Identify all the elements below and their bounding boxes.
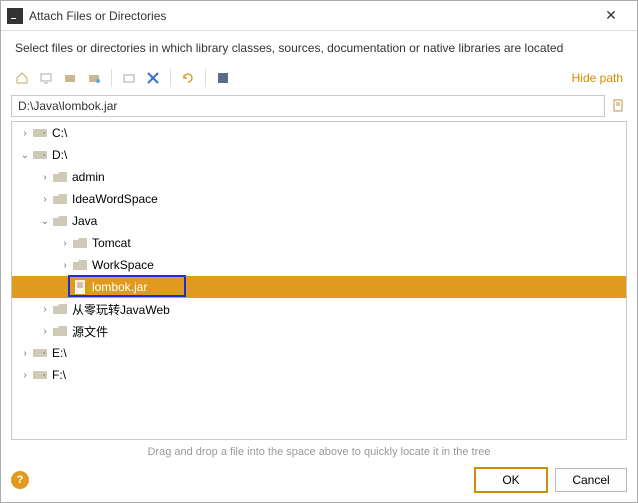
tree-item-label: admin	[72, 170, 105, 184]
folder-icon	[52, 170, 68, 184]
tree-row[interactable]: › admin	[12, 166, 626, 188]
help-icon[interactable]: ?	[11, 471, 29, 489]
chevron-right-icon[interactable]: ›	[38, 172, 52, 183]
drive-icon	[32, 126, 48, 140]
desktop-icon[interactable]	[35, 67, 57, 89]
chevron-right-icon[interactable]: ›	[38, 304, 52, 315]
drive-icon	[32, 368, 48, 382]
app-icon	[7, 8, 23, 24]
tree-item-label: D:\	[52, 148, 67, 162]
folder-icon	[52, 214, 68, 228]
chevron-right-icon[interactable]: ›	[58, 238, 72, 249]
dialog-subtitle: Select files or directories in which lib…	[1, 31, 637, 63]
folder-icon	[52, 302, 68, 316]
refresh-icon[interactable]	[177, 67, 199, 89]
chevron-right-icon[interactable]: ›	[58, 260, 72, 271]
cancel-button[interactable]: Cancel	[555, 468, 627, 492]
tree-row[interactable]: ⌄ D:\	[12, 144, 626, 166]
chevron-down-icon[interactable]: ⌄	[38, 216, 52, 227]
drop-hint: Drag and drop a file into the space abov…	[1, 440, 637, 460]
tree-row[interactable]: › E:\	[12, 342, 626, 364]
file-tree[interactable]: ›C:\⌄D:\›admin›IdeaWordSpace⌄Java›Tomcat…	[11, 121, 627, 440]
tree-item-label: IdeaWordSpace	[72, 192, 158, 206]
show-hidden-icon[interactable]	[212, 67, 234, 89]
folder-icon	[72, 258, 88, 272]
chevron-right-icon[interactable]: ›	[18, 348, 32, 359]
home-icon[interactable]	[11, 67, 33, 89]
tree-row[interactable]: › 源文件	[12, 320, 626, 342]
path-input[interactable]	[11, 95, 605, 117]
tree-item-label: 源文件	[72, 323, 108, 340]
toolbar-separator	[111, 69, 112, 87]
window-title: Attach Files or Directories	[29, 9, 591, 23]
footer: ? OK Cancel	[1, 460, 637, 502]
hide-path-link[interactable]: Hide path	[572, 71, 627, 85]
tree-item-label: F:\	[52, 368, 66, 382]
titlebar: Attach Files or Directories ✕	[1, 1, 637, 31]
tree-row[interactable]: › Tomcat	[12, 232, 626, 254]
jar-icon	[72, 280, 88, 294]
folder-icon	[52, 192, 68, 206]
tree-row[interactable]: › C:\	[12, 122, 626, 144]
tree-item-label: lombok.jar	[92, 280, 147, 294]
module-icon[interactable]	[83, 67, 105, 89]
toolbar: Hide path	[1, 63, 637, 93]
tree-row[interactable]: › WorkSpace	[12, 254, 626, 276]
tree-row[interactable]: › IdeaWordSpace	[12, 188, 626, 210]
tree-row-selected[interactable]: lombok.jar	[12, 276, 626, 298]
tree-row[interactable]: ⌄ Java	[12, 210, 626, 232]
toolbar-separator	[170, 69, 171, 87]
chevron-down-icon[interactable]: ⌄	[18, 150, 32, 161]
tree-row[interactable]: › 从零玩转JavaWeb	[12, 298, 626, 320]
folder-icon	[72, 236, 88, 250]
drive-icon	[32, 346, 48, 360]
chevron-right-icon[interactable]: ›	[18, 128, 32, 139]
toolbar-separator	[205, 69, 206, 87]
folder-icon	[52, 324, 68, 338]
chevron-right-icon[interactable]: ›	[38, 194, 52, 205]
chevron-right-icon[interactable]: ›	[18, 370, 32, 381]
ok-button[interactable]: OK	[475, 468, 547, 492]
tree-item-label: Java	[72, 214, 97, 228]
delete-icon[interactable]	[142, 67, 164, 89]
project-icon[interactable]	[59, 67, 81, 89]
tree-row[interactable]: › F:\	[12, 364, 626, 386]
chevron-right-icon[interactable]: ›	[38, 326, 52, 337]
new-folder-icon[interactable]	[118, 67, 140, 89]
close-icon[interactable]: ✕	[591, 7, 631, 24]
tree-item-label: 从零玩转JavaWeb	[72, 301, 170, 318]
tree-item-label: WorkSpace	[92, 258, 154, 272]
drive-icon	[32, 148, 48, 162]
history-icon[interactable]	[609, 97, 627, 115]
path-row	[1, 93, 637, 121]
tree-item-label: C:\	[52, 126, 67, 140]
tree-item-label: Tomcat	[92, 236, 131, 250]
tree-item-label: E:\	[52, 346, 67, 360]
